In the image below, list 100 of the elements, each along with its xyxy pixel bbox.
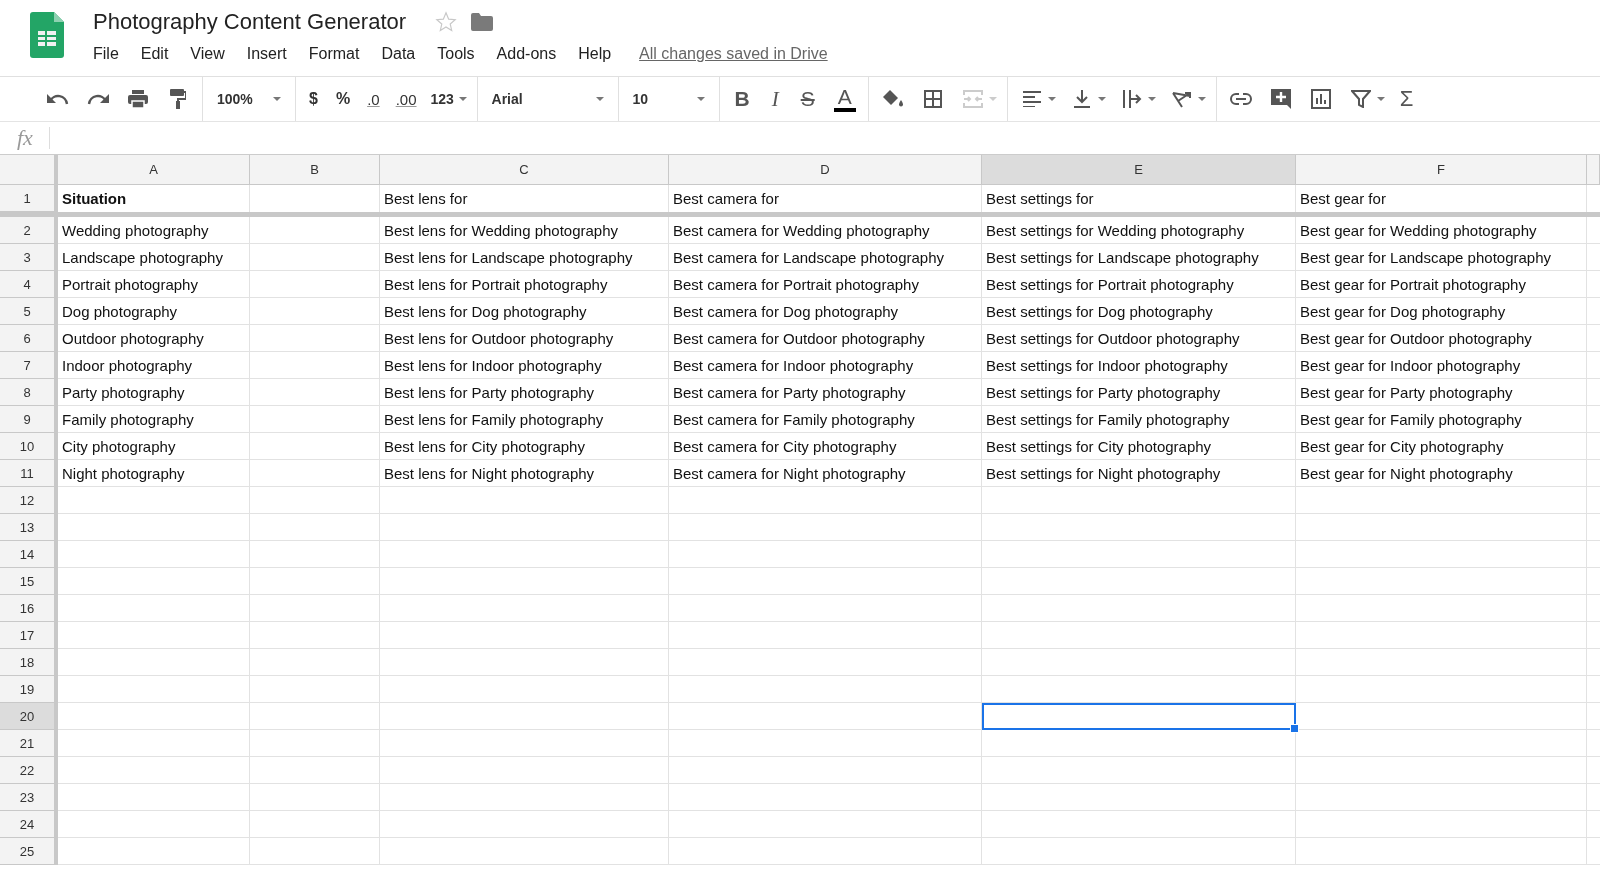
table-cell[interactable]: Best camera for Indoor photography	[669, 352, 982, 379]
table-cell[interactable]: Best lens for Family photography	[380, 406, 669, 433]
row-header[interactable]: 13	[0, 514, 58, 541]
row-header[interactable]: 8	[0, 379, 58, 406]
fill-handle[interactable]	[1290, 724, 1299, 733]
table-cell[interactable]: Best lens for	[380, 185, 669, 212]
table-cell[interactable]: Best camera for City photography	[669, 433, 982, 460]
menu-item[interactable]: Tools	[433, 45, 479, 63]
row-header[interactable]: 11	[0, 460, 58, 487]
table-cell[interactable]: Best gear for Indoor photography	[1296, 352, 1587, 379]
functions-button[interactable]: Σ	[1392, 85, 1421, 113]
table-cell[interactable]: Portrait photography	[58, 271, 250, 298]
caret-icon[interactable]	[1197, 94, 1206, 104]
table-cell[interactable]: Best lens for Portrait photography	[380, 271, 669, 298]
star-icon[interactable]	[435, 11, 458, 33]
italic-button[interactable]: I	[762, 85, 788, 113]
table-cell[interactable]: Best gear for Outdoor photography	[1296, 325, 1587, 352]
column-header[interactable]: F	[1296, 155, 1587, 185]
zoom-dropdown[interactable]: 100%	[209, 85, 289, 113]
table-cell[interactable]: Family photography	[58, 406, 250, 433]
table-cell[interactable]: Best camera for Outdoor photography	[669, 325, 982, 352]
text-color-button[interactable]: A	[833, 86, 856, 112]
table-cell[interactable]: Best gear for	[1296, 185, 1587, 212]
decrease-decimal-button[interactable]: .0	[361, 85, 386, 113]
row-header[interactable]: 24	[0, 811, 58, 838]
table-cell[interactable]: Best gear for Landscape photography	[1296, 244, 1587, 271]
row-header[interactable]: 17	[0, 622, 58, 649]
selected-cell[interactable]	[982, 703, 1296, 730]
table-cell[interactable]: Best camera for Dog photography	[669, 298, 982, 325]
caret-icon[interactable]	[273, 97, 281, 101]
caret-icon[interactable]	[1147, 94, 1156, 104]
folder-icon[interactable]	[471, 13, 494, 31]
column-header[interactable]: B	[250, 155, 380, 185]
row-header[interactable]: 25	[0, 838, 58, 865]
menu-item[interactable]: Insert	[242, 45, 291, 63]
menu-item[interactable]: View	[186, 45, 229, 63]
row-header[interactable]: 4	[0, 271, 58, 298]
caret-icon[interactable]	[696, 97, 705, 101]
table-cell[interactable]: Best gear for City photography	[1296, 433, 1587, 460]
row-header[interactable]: 9	[0, 406, 58, 433]
column-header[interactable]: D	[669, 155, 982, 185]
table-cell[interactable]: Wedding photography	[58, 217, 250, 244]
table-cell[interactable]: Best lens for Landscape photography	[380, 244, 669, 271]
save-status-link[interactable]: All changes saved in Drive	[639, 45, 828, 63]
row-header[interactable]: 3	[0, 244, 58, 271]
table-cell[interactable]: Best settings for Wedding photography	[982, 217, 1296, 244]
row-header[interactable]: 15	[0, 568, 58, 595]
table-cell[interactable]: Indoor photography	[58, 352, 250, 379]
column-header[interactable]: C	[380, 155, 669, 185]
table-cell[interactable]: City photography	[58, 433, 250, 460]
percent-button[interactable]: %	[328, 85, 358, 113]
table-cell[interactable]: Best gear for Dog photography	[1296, 298, 1587, 325]
table-cell[interactable]: Party photography	[58, 379, 250, 406]
menu-item[interactable]: Format	[304, 45, 364, 63]
table-cell[interactable]: Best lens for Night photography	[380, 460, 669, 487]
table-cell[interactable]: Best gear for Family photography	[1296, 406, 1587, 433]
table-cell[interactable]: Best camera for Night photography	[669, 460, 982, 487]
caret-icon[interactable]	[595, 97, 604, 101]
menu-item[interactable]: Add-ons	[492, 45, 561, 63]
row-header[interactable]: 16	[0, 595, 58, 622]
row-header[interactable]: 20	[0, 703, 58, 730]
menu-item[interactable]: Data	[377, 45, 420, 63]
caret-icon[interactable]	[1376, 94, 1385, 104]
table-cell[interactable]: Best settings for Family photography	[982, 406, 1296, 433]
menu-item[interactable]: File	[91, 45, 123, 63]
table-cell[interactable]: Best gear for Portrait photography	[1296, 271, 1587, 298]
increase-decimal-button[interactable]: .00	[389, 85, 423, 113]
table-cell[interactable]: Situation	[58, 185, 250, 212]
table-cell[interactable]: Best lens for Party photography	[380, 379, 669, 406]
caret-icon[interactable]	[1047, 94, 1056, 104]
row-header[interactable]: 21	[0, 730, 58, 757]
table-cell[interactable]: Best lens for Dog photography	[380, 298, 669, 325]
row-header[interactable]: 12	[0, 487, 58, 514]
font-size-dropdown[interactable]: 10	[624, 85, 713, 113]
row-header[interactable]: 7	[0, 352, 58, 379]
table-cell[interactable]: Best settings for City photography	[982, 433, 1296, 460]
row-header[interactable]: 6	[0, 325, 58, 352]
row-header[interactable]: 22	[0, 757, 58, 784]
table-cell[interactable]: Best settings for Indoor photography	[982, 352, 1296, 379]
row-header[interactable]: 2	[0, 217, 58, 244]
table-cell[interactable]: Best settings for Outdoor photography	[982, 325, 1296, 352]
row-header[interactable]: 1	[0, 185, 58, 212]
row-header[interactable]: 5	[0, 298, 58, 325]
table-cell[interactable]: Best settings for Dog photography	[982, 298, 1296, 325]
spreadsheet-logo-icon[interactable]	[30, 12, 64, 58]
table-cell[interactable]: Best camera for Landscape photography	[669, 244, 982, 271]
column-header[interactable]: E	[982, 155, 1296, 185]
table-cell[interactable]: Night photography	[58, 460, 250, 487]
font-dropdown[interactable]: Arial	[483, 85, 612, 113]
row-header[interactable]: 23	[0, 784, 58, 811]
caret-icon[interactable]	[458, 97, 467, 101]
table-cell[interactable]: Best settings for Night photography	[982, 460, 1296, 487]
menu-item[interactable]: Help	[574, 45, 616, 63]
table-cell[interactable]: Best lens for City photography	[380, 433, 669, 460]
table-cell[interactable]: Best camera for Family photography	[669, 406, 982, 433]
table-cell[interactable]: Best camera for	[669, 185, 982, 212]
table-cell[interactable]: Landscape photography	[58, 244, 250, 271]
strikethrough-button[interactable]: S	[791, 85, 824, 113]
row-header[interactable]: 10	[0, 433, 58, 460]
menu-item[interactable]: Edit	[136, 45, 173, 63]
